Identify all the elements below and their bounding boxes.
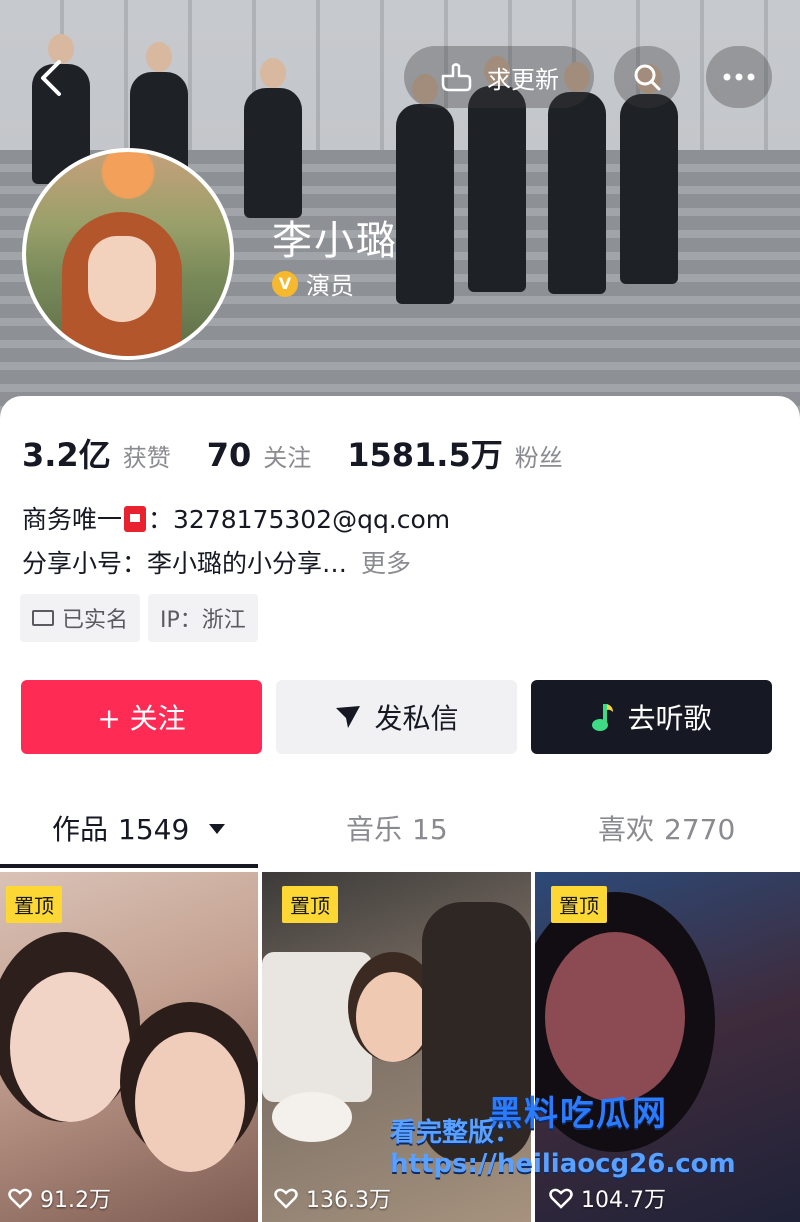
video-likes: 136.3万 <box>274 1182 391 1214</box>
verified-badge-icon: V <box>272 270 298 297</box>
cover-person <box>620 64 678 284</box>
followers-count[interactable]: 1581.5万 <box>347 430 503 476</box>
bio-alt-account: 分享小号：李小璐的小分享… <box>22 549 348 578</box>
cover-person <box>468 56 526 292</box>
listen-song-button[interactable]: 去听歌 <box>531 680 772 754</box>
tab-music-count: 15 <box>412 813 448 846</box>
id-card-icon <box>32 610 54 626</box>
follow-label: + 关注 <box>97 702 186 735</box>
video-thumbnail[interactable]: 置顶 91.2万 <box>0 872 258 1222</box>
listen-song-label: 去听歌 <box>627 702 712 735</box>
real-name-tag: 已实名 <box>20 594 141 642</box>
tab-works-label: 作品 <box>52 813 109 846</box>
music-note-icon <box>592 704 614 731</box>
video-likes: 91.2万 <box>8 1182 111 1214</box>
heart-icon <box>274 1188 298 1209</box>
more-options-button[interactable] <box>706 46 772 108</box>
tab-works-count: 1549 <box>118 813 190 846</box>
caret-down-icon <box>209 824 226 834</box>
profile-name: 李小璐 <box>272 218 398 264</box>
back-arrow-icon <box>41 60 61 96</box>
role-label: 演员 <box>306 272 354 300</box>
bio-line-business: 商务唯一 ：3278175302@qq.com <box>22 500 450 536</box>
following-count[interactable]: 70 <box>207 436 252 474</box>
pinned-badge: 置顶 <box>282 886 338 923</box>
ellipsis-icon <box>723 73 755 81</box>
video-likes-count: 91.2万 <box>40 1188 111 1213</box>
avatar-face <box>88 236 156 322</box>
hand-pointer-icon <box>441 63 472 92</box>
bio-business-prefix: 商务唯一 <box>22 505 123 534</box>
message-label: 发私信 <box>374 702 459 735</box>
thumb-face-shape <box>545 932 685 1102</box>
bio-more-link[interactable]: 更多 <box>361 549 411 578</box>
thumb-plate-shape <box>272 1092 352 1142</box>
search-icon <box>634 64 661 91</box>
tab-likes[interactable]: 喜欢 2770 <box>598 808 735 848</box>
tab-music[interactable]: 音乐 15 <box>346 808 448 848</box>
request-update-button[interactable]: 求更新 <box>404 46 594 108</box>
message-button[interactable]: 发私信 <box>276 680 517 754</box>
thumb-face-shape <box>135 1032 245 1172</box>
cover-person <box>244 58 302 218</box>
likes-label: 获赞 <box>122 444 171 472</box>
follow-button[interactable]: + 关注 <box>21 680 262 754</box>
mailbox-icon <box>124 506 147 532</box>
avatar[interactable] <box>22 148 234 360</box>
bio-line-alt-account: 分享小号：李小璐的小分享… 更多 <box>22 544 411 580</box>
cover-person <box>396 74 454 304</box>
ip-location-tag: IP：浙江 <box>148 594 258 642</box>
tab-music-label: 音乐 <box>346 813 403 846</box>
thumb-face-shape <box>10 972 130 1122</box>
ip-location-label: IP：浙江 <box>160 608 246 633</box>
tab-works[interactable]: 作品 1549 <box>52 808 226 848</box>
profile-role: V 演员 <box>272 266 354 301</box>
video-likes-count: 104.7万 <box>581 1188 666 1213</box>
bio-business-email: ：3278175302@qq.com <box>148 505 451 534</box>
followers-label[interactable]: 粉丝 <box>515 438 563 473</box>
following-label[interactable]: 关注 <box>263 438 311 473</box>
profile-tags: 已实名 IP：浙江 <box>20 594 258 642</box>
profile-tabs: 作品 1549 音乐 15 喜欢 2770 <box>0 808 800 868</box>
thumb-face-shape <box>356 972 430 1062</box>
heart-icon <box>8 1188 32 1209</box>
pinned-badge: 置顶 <box>551 886 607 923</box>
back-button[interactable] <box>30 56 74 100</box>
tab-likes-label: 喜欢 <box>598 813 655 846</box>
real-name-label: 已实名 <box>62 608 129 633</box>
watermark-url: 看完整版：https://heiliaocg26.com <box>390 1118 736 1179</box>
tab-likes-count: 2770 <box>664 813 736 846</box>
stats-row: 3.2亿 获赞 70 关注 1581.5万 粉丝 <box>22 430 599 476</box>
pinned-badge: 置顶 <box>6 886 62 923</box>
likes-count: 3.2亿 <box>22 436 111 474</box>
video-likes: 104.7万 <box>549 1182 666 1214</box>
cover-person <box>548 62 606 294</box>
request-update-label: 求更新 <box>487 65 559 94</box>
send-arrow-icon <box>336 706 361 728</box>
active-tab-indicator <box>0 864 258 868</box>
heart-icon <box>549 1188 573 1209</box>
search-button[interactable] <box>614 46 680 108</box>
video-likes-count: 136.3万 <box>306 1188 391 1213</box>
